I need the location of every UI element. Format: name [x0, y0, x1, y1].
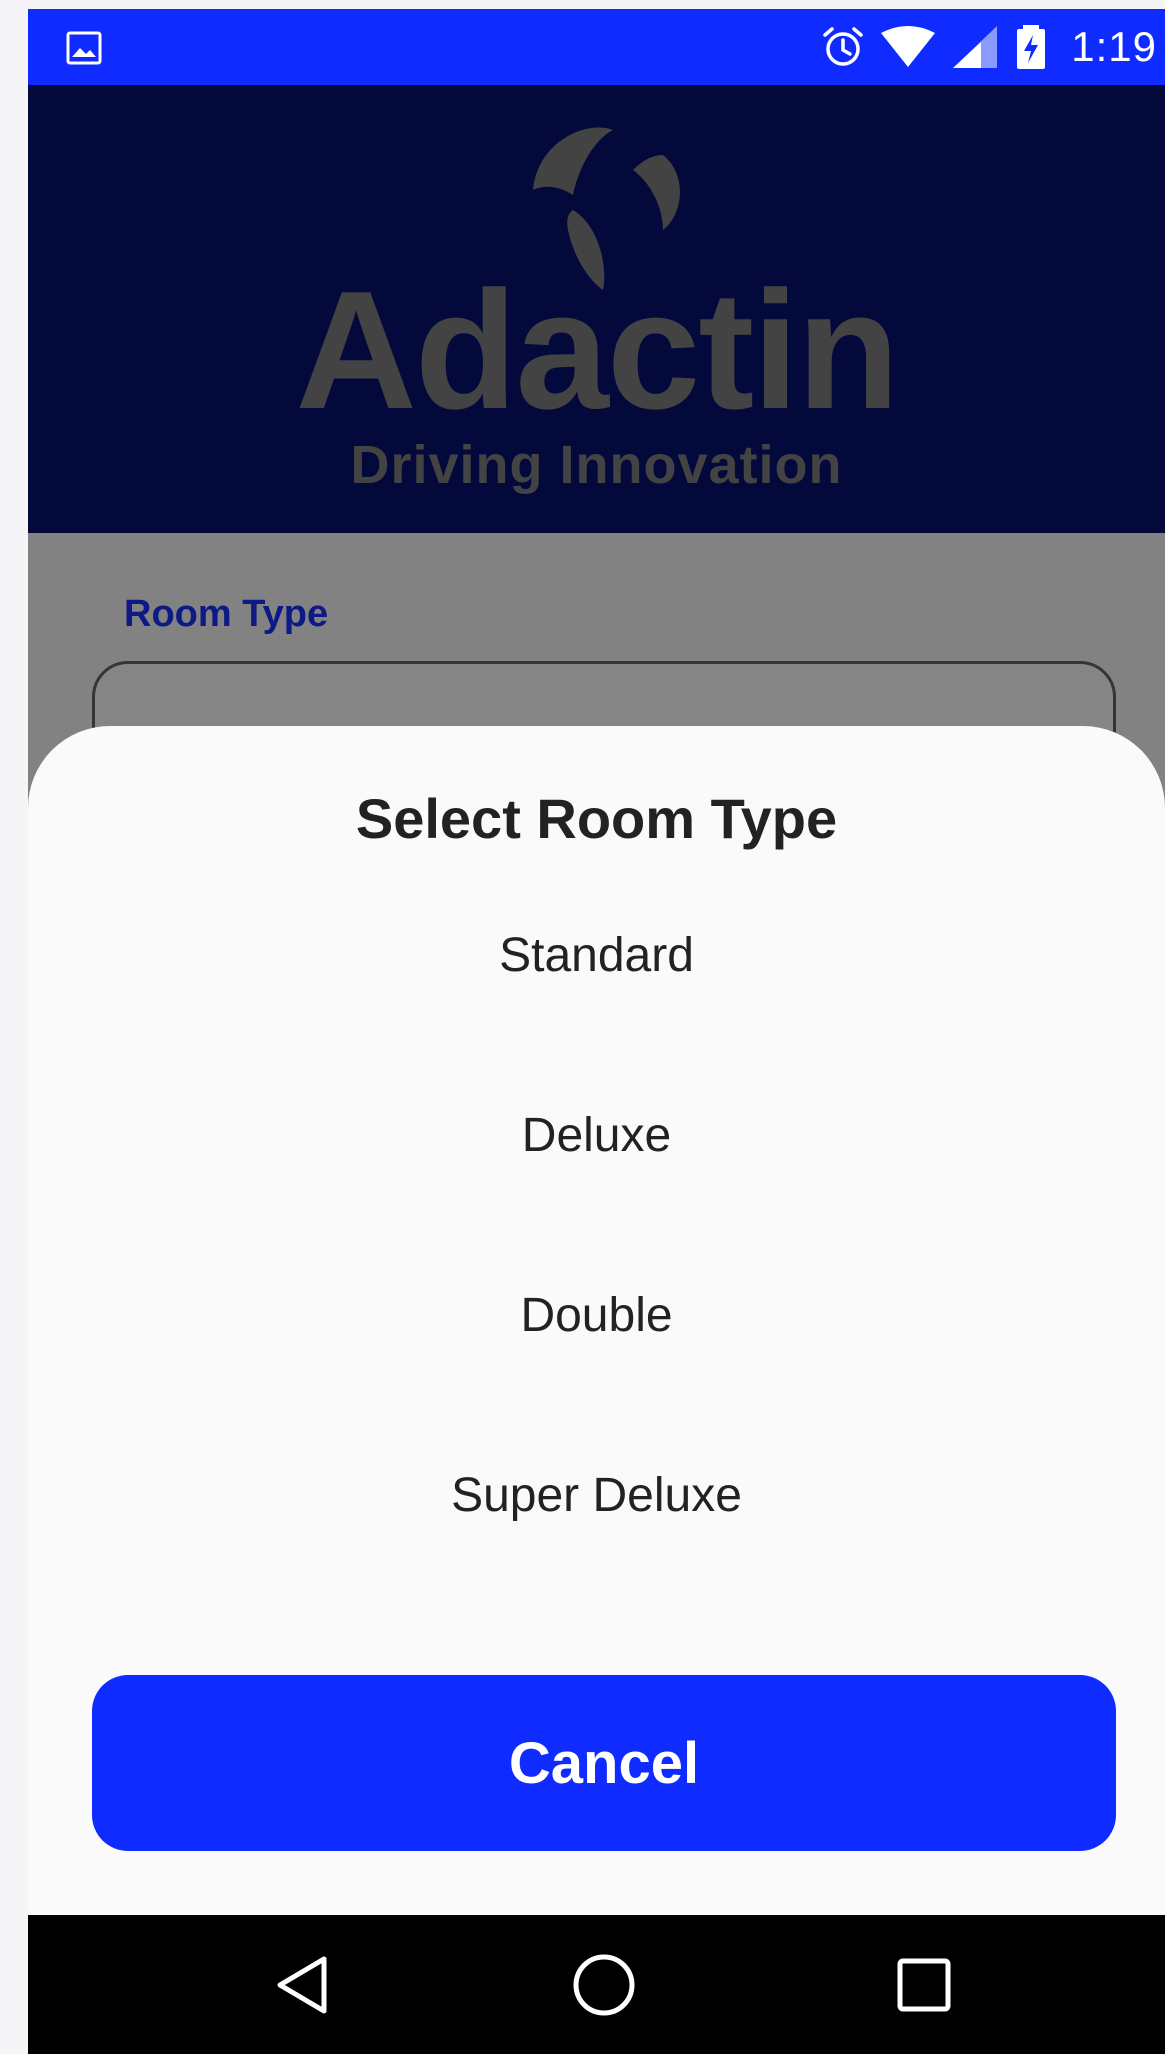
home-button[interactable]: [564, 1945, 644, 2025]
room-type-options: Standard Deluxe Double Super Deluxe: [28, 926, 1165, 1646]
room-type-sheet: Select Room Type Standard Deluxe Double …: [28, 726, 1165, 1915]
battery-charging-icon: [1013, 23, 1057, 71]
back-button[interactable]: [264, 1945, 344, 2025]
status-time: 1:19: [1071, 23, 1157, 70]
option-super-deluxe[interactable]: Super Deluxe: [28, 1466, 1165, 1646]
status-bar: 1:19: [28, 9, 1165, 85]
option-double[interactable]: Double: [28, 1286, 1165, 1466]
alarm-icon: [821, 25, 865, 69]
home-icon: [573, 1954, 635, 2016]
status-right-group: 1:19: [821, 9, 1157, 85]
cell-signal-icon: [951, 24, 999, 70]
sheet-title: Select Room Type: [355, 787, 838, 850]
phone-screen: 1:19 Adactin Driving Innovation Room Typ…: [28, 9, 1165, 2054]
cancel-button[interactable]: Cancel: [92, 1675, 1116, 1851]
recents-button[interactable]: [884, 1945, 964, 2025]
back-icon: [277, 1956, 327, 2014]
option-deluxe[interactable]: Deluxe: [28, 1106, 1165, 1286]
image-notification-icon: [66, 31, 102, 65]
option-standard[interactable]: Standard: [28, 926, 1165, 1106]
wifi-icon: [879, 25, 937, 69]
recents-icon: [897, 1958, 951, 2012]
navigation-bar: [28, 1915, 1165, 2054]
